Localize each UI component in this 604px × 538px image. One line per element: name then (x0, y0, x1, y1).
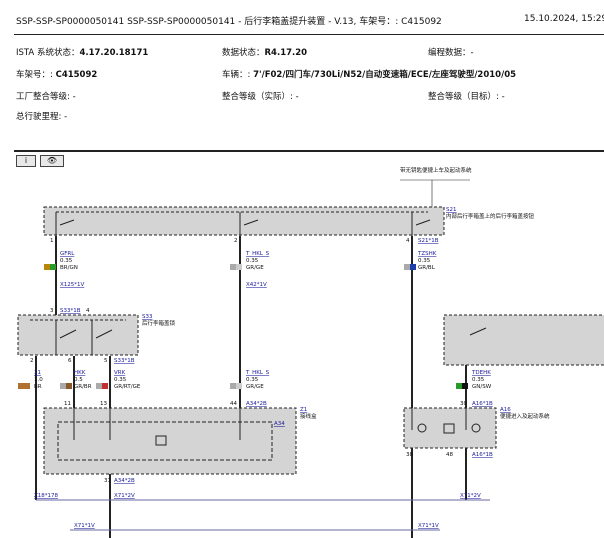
z1-pin-31: 31 (104, 478, 111, 484)
w4-color: BR (34, 384, 42, 390)
a16-pin-30: 30 (460, 401, 467, 407)
w2-connector[interactable]: X42*1V (246, 282, 267, 288)
w3-gauge: 0.35 (418, 258, 431, 264)
s33-desc: 后行李箱盖锁 (142, 319, 176, 327)
w7-gauge: 0.35 (246, 377, 259, 383)
w2-color: GR/GE (246, 265, 264, 271)
a16-connector-bottom[interactable]: A16*1B (472, 452, 493, 458)
s33-connector-top[interactable]: S33*1B (60, 308, 81, 314)
w4-signal[interactable]: 31 (34, 370, 41, 376)
w5-color: GR/BR (74, 384, 92, 390)
w3-color: GR/BL (418, 265, 436, 271)
w1-signal[interactable]: GFRL (60, 251, 75, 257)
a16-connector[interactable]: A16*1B (472, 401, 493, 407)
w6-signal[interactable]: VRK (114, 370, 126, 376)
z1-connector-c[interactable]: A34*2B (114, 478, 135, 484)
z1-connector-b[interactable]: A34*2B (246, 401, 267, 407)
w6-gauge: 0.35 (114, 377, 127, 383)
z1-junction-box (43, 407, 297, 475)
w5-signal[interactable]: HKK (74, 370, 86, 376)
connector-x71-2v-left[interactable]: X71*2V (114, 493, 135, 499)
connector-x71-1v-right[interactable]: X71*1V (418, 523, 439, 529)
right-component-box (443, 314, 604, 366)
connector-z18[interactable]: Z18*178 (34, 493, 59, 499)
z1-pin-13: 13 (100, 401, 107, 407)
w8-signal[interactable]: TDEHK (471, 370, 491, 376)
s33-pin-3: 3 (50, 308, 54, 314)
z1-pin-11: 11 (64, 401, 71, 407)
s21-component-box (43, 206, 445, 236)
a16-desc: 便捷进入及起动系统 (500, 412, 550, 420)
w1-connector[interactable]: X125*1V (60, 282, 85, 288)
w8-gauge: 0.35 (472, 377, 485, 383)
w5-gauge: 0.5 (74, 377, 83, 383)
w7-signal[interactable]: T_HKL_S (245, 370, 270, 376)
s21-pin-4: 4 (406, 238, 410, 244)
w4-gauge: 1.0 (34, 377, 43, 383)
w7-color: GR/GE (246, 384, 264, 390)
s21-desc: 内部后行李箱盖上的后行李箱盖按钮 (446, 212, 535, 220)
a16-id[interactable]: A16 (500, 407, 511, 413)
a16-pin-48: 48 (446, 452, 453, 458)
z1-id[interactable]: Z1 (300, 407, 307, 413)
s21-pin-1: 1 (50, 238, 54, 244)
z1-connector[interactable]: A34 (274, 421, 285, 427)
z1-pin-44: 44 (230, 401, 237, 407)
w8-color: GN/SW (472, 384, 492, 390)
wiring-diagram: 带无钥匙便捷上车及起动系统 S21 内部后行李箱盖上的后行李箱盖按钮 1 2 4… (17, 166, 604, 538)
s33-id[interactable]: S33 (142, 314, 153, 320)
s21-connector[interactable]: S21*1B (418, 238, 439, 244)
a16-pin-38: 38 (406, 452, 413, 458)
connector-x71-1v-left[interactable]: X71*1V (74, 523, 95, 529)
w1-color: BR/GN (60, 265, 78, 271)
w6-color: GR/RT/GE (114, 384, 141, 390)
s33-pin-6: 6 (68, 358, 72, 364)
s33-pin-2: 2 (30, 358, 34, 364)
s33-component-box (17, 314, 139, 356)
s33-pin-5: 5 (104, 358, 108, 364)
s21-pin-2: 2 (234, 238, 238, 244)
s33-pin-4: 4 (86, 308, 90, 314)
z1-desc: 接线盒 (300, 412, 317, 420)
w3-signal[interactable]: TZSHK (417, 251, 437, 257)
w1-gauge: 0.35 (60, 258, 73, 264)
connector-x71-2v-right[interactable]: X71*2V (460, 493, 481, 499)
w2-signal[interactable]: T_HKL_S (245, 251, 270, 257)
s21-id[interactable]: S21 (446, 207, 457, 213)
w2-gauge: 0.35 (246, 258, 259, 264)
top-note: 带无钥匙便捷上车及起动系统 (400, 166, 472, 174)
s33-connector-bottom[interactable]: S33*1B (114, 358, 135, 364)
